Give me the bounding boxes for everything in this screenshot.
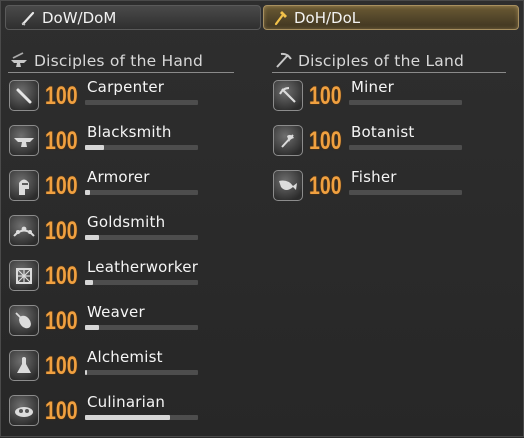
job-level: 100 (45, 217, 78, 245)
doh-section: Disciples of the Hand (8, 50, 234, 73)
exp-bar (349, 190, 462, 195)
job-row-leatherworker[interactable]: 100 Leatherworker (9, 258, 219, 303)
job-name: Blacksmith (87, 123, 172, 141)
sword-icon (20, 10, 36, 26)
job-level: 100 (309, 127, 342, 155)
job-row-alchemist[interactable]: 100 Alchemist (9, 348, 219, 393)
exp-bar (85, 370, 198, 375)
job-row-goldsmith[interactable]: 100 Goldsmith (9, 213, 219, 258)
exp-bar (349, 100, 462, 105)
job-level: 100 (309, 172, 342, 200)
job-row-culinarian[interactable]: 100 Culinarian (9, 393, 219, 438)
job-level: 100 (309, 82, 342, 110)
flask-icon (9, 350, 39, 381)
exp-bar (85, 280, 198, 285)
class-tabs: DoW/DoM DoH/DoL (5, 5, 519, 32)
exp-bar-fill (85, 190, 90, 195)
anvil-header-icon (8, 51, 30, 71)
job-name: Culinarian (87, 393, 166, 411)
exp-bar-fill (85, 280, 93, 285)
job-name: Goldsmith (87, 213, 166, 231)
section-title: Disciples of the Hand (34, 52, 204, 70)
job-row-fisher[interactable]: 100 Fisher (273, 168, 483, 213)
anvil-icon (9, 125, 39, 156)
fish-icon (273, 170, 303, 201)
dol-section: Disciples of the Land (272, 50, 506, 73)
job-level: 100 (45, 127, 78, 155)
job-row-botanist[interactable]: 100 Botanist (273, 123, 483, 168)
exp-bar (349, 145, 462, 150)
hammer-icon (272, 10, 288, 26)
helmet-icon (9, 170, 39, 201)
exp-bar-fill (85, 325, 99, 330)
exp-bar (85, 325, 198, 330)
job-name: Miner (351, 78, 395, 96)
doh-job-list: 100 Carpenter 100 Blacksmith 100 Armorer… (9, 78, 219, 438)
job-level: 100 (45, 262, 78, 290)
exp-bar-fill (85, 415, 170, 420)
tab-label: DoH/DoL (294, 8, 361, 27)
job-name: Carpenter (87, 78, 165, 96)
exp-bar-fill (85, 145, 105, 150)
exp-bar (85, 190, 198, 195)
job-row-armorer[interactable]: 100 Armorer (9, 168, 219, 213)
job-level: 100 (45, 307, 78, 335)
job-name: Fisher (351, 168, 397, 186)
job-name: Weaver (87, 303, 145, 321)
tiara-icon (9, 215, 39, 246)
dol-job-list: 100 Miner 100 Botanist 100 Fisher (273, 78, 483, 213)
saw-icon (9, 80, 39, 111)
pickaxe-header-icon (272, 51, 294, 71)
job-row-blacksmith[interactable]: 100 Blacksmith (9, 123, 219, 168)
tab-label: DoW/DoM (42, 8, 117, 27)
job-name: Leatherworker (87, 258, 199, 276)
job-level: 100 (45, 82, 78, 110)
cooking-icon (9, 395, 39, 426)
hatchet-icon (273, 125, 303, 156)
exp-bar (85, 100, 198, 105)
job-row-weaver[interactable]: 100 Weaver (9, 303, 219, 348)
job-row-miner[interactable]: 100 Miner (273, 78, 483, 123)
job-name: Botanist (351, 123, 415, 141)
exp-bar-fill (85, 370, 88, 375)
tab-dow-dom[interactable]: DoW/DoM (5, 5, 261, 30)
job-level: 100 (45, 352, 78, 380)
leather-icon (9, 260, 39, 291)
job-name: Alchemist (87, 348, 163, 366)
exp-bar-fill (85, 235, 99, 240)
section-title: Disciples of the Land (298, 52, 465, 70)
pickaxe-icon (273, 80, 303, 111)
needle-icon (9, 305, 39, 336)
job-name: Armorer (87, 168, 150, 186)
exp-bar (85, 235, 198, 240)
tab-doh-dol[interactable]: DoH/DoL (263, 5, 519, 30)
job-level: 100 (45, 397, 78, 425)
exp-bar (85, 145, 198, 150)
job-row-carpenter[interactable]: 100 Carpenter (9, 78, 219, 123)
exp-bar (85, 415, 198, 420)
job-level: 100 (45, 172, 78, 200)
